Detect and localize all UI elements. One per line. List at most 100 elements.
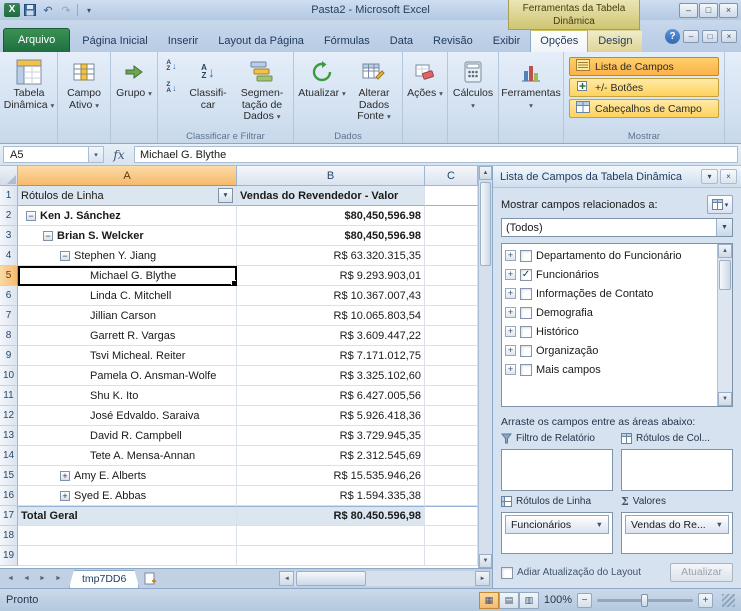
checkbox[interactable]	[520, 364, 532, 376]
cell-C10[interactable]	[425, 366, 478, 386]
cell-A3[interactable]: −Brian S. Welcker	[18, 226, 237, 246]
field-tree-item-demografia[interactable]: +Demografia	[505, 303, 717, 322]
checkbox[interactable]	[520, 250, 532, 262]
row-header-10[interactable]: 10	[0, 366, 18, 386]
vertical-scroll-thumb[interactable]	[480, 182, 491, 266]
cell-B19[interactable]	[237, 546, 425, 566]
cell-C19[interactable]	[425, 546, 478, 566]
classificar-button[interactable]: AZ↓ Classifi-car	[183, 54, 233, 129]
tab-opcoes[interactable]: Opções	[530, 29, 588, 52]
cell-B4[interactable]: R$ 63.320.315,35	[237, 246, 425, 266]
update-button[interactable]: Atualizar	[670, 563, 733, 582]
checkbox[interactable]	[520, 307, 532, 319]
expand-button[interactable]: +	[60, 471, 70, 481]
field-tree-item-mais-campos[interactable]: +Mais campos	[505, 360, 717, 379]
cell-B13[interactable]: R$ 3.729.945,35	[237, 426, 425, 446]
row-header-16[interactable]: 16	[0, 486, 18, 506]
cell-A5[interactable]: Michael G. Blythe	[18, 266, 237, 286]
cell-C6[interactable]	[425, 286, 478, 306]
columns-area-box[interactable]	[621, 449, 733, 491]
scroll-up-icon[interactable]: ▲	[718, 244, 732, 258]
scroll-down-icon[interactable]: ▼	[479, 554, 492, 568]
cell-B3[interactable]: $80,450,596.98	[237, 226, 425, 246]
tabela-dinamica-button[interactable]: Tabela Dinâmica ▾	[3, 54, 55, 129]
row-header-3[interactable]: 3	[0, 226, 18, 246]
filter-area-box[interactable]	[501, 449, 613, 491]
expand-icon[interactable]: +	[505, 326, 516, 337]
cell-A13[interactable]: David R. Campbell	[18, 426, 237, 446]
column-header-C[interactable]: C	[425, 166, 478, 186]
checkbox[interactable]	[501, 567, 513, 579]
sheet-tab-active[interactable]: tmp7DD6	[69, 570, 139, 588]
row-header-15[interactable]: 15	[0, 466, 18, 486]
column-header-A[interactable]: A	[18, 166, 237, 186]
insert-worksheet-icon[interactable]	[139, 569, 161, 588]
lista-de-campos-toggle[interactable]: Lista de Campos	[569, 57, 719, 76]
row-area-field-button[interactable]: Funcionários ▼	[505, 515, 609, 534]
row-header-11[interactable]: 11	[0, 386, 18, 406]
expand-button[interactable]: +	[60, 491, 70, 501]
cell-B5[interactable]: R$ 9.293.903,01	[237, 266, 425, 286]
values-area-box[interactable]: Vendas do Re... ▼	[621, 512, 733, 554]
tree-scroll-thumb[interactable]	[719, 260, 731, 290]
scroll-left-icon[interactable]: ◄	[279, 571, 294, 586]
row-header-7[interactable]: 7	[0, 306, 18, 326]
cell-C15[interactable]	[425, 466, 478, 486]
cell-A14[interactable]: Tete A. Mensa-Annan	[18, 446, 237, 466]
workbook-restore-button[interactable]: □	[702, 30, 718, 43]
cell-B7[interactable]: R$ 10.065.803,54	[237, 306, 425, 326]
values-area-field-button[interactable]: Vendas do Re... ▼	[625, 515, 729, 534]
name-box-dropdown-icon[interactable]: ▾	[89, 146, 104, 163]
sort-az-button[interactable]: AZ↓	[161, 56, 182, 76]
cell-C14[interactable]	[425, 446, 478, 466]
field-tree-item-funcionarios[interactable]: +✓Funcionários	[505, 265, 717, 284]
row-labels-filter-button[interactable]: ▼	[218, 188, 233, 203]
expand-icon[interactable]: +	[505, 345, 516, 356]
cell-A9[interactable]: Tsvi Micheal. Reiter	[18, 346, 237, 366]
mais-menos-botoes-toggle[interactable]: +/- Botões	[569, 78, 719, 97]
cell-C5[interactable]	[425, 266, 478, 286]
cell-A7[interactable]: Jillian Carson	[18, 306, 237, 326]
cell-A2[interactable]: −Ken J. Sánchez	[18, 206, 237, 226]
cell-A18[interactable]	[18, 526, 237, 546]
resize-grip[interactable]	[722, 594, 735, 607]
field-tree-scrollbar[interactable]: ▲ ▼	[717, 244, 732, 406]
cell-A12[interactable]: José Edvaldo. Saraiva	[18, 406, 237, 426]
row-header-8[interactable]: 8	[0, 326, 18, 346]
acoes-button[interactable]: Ações ▾	[405, 54, 445, 129]
cell-B14[interactable]: R$ 2.312.545,69	[237, 446, 425, 466]
defer-layout-update[interactable]: Adiar Atualização do Layout	[501, 567, 670, 579]
row-header-19[interactable]: 19	[0, 546, 18, 566]
ferramentas-button[interactable]: Ferramentas ▾	[501, 54, 561, 129]
field-tree-item-informacoes-de-contato[interactable]: +Informações de Contato	[505, 284, 717, 303]
cell-A4[interactable]: −Stephen Y. Jiang	[18, 246, 237, 266]
row-header-5[interactable]: 5	[0, 266, 18, 286]
last-sheet-icon[interactable]: ►	[51, 571, 66, 586]
zoom-slider[interactable]	[597, 599, 693, 602]
minimize-button[interactable]: –	[679, 3, 698, 18]
row-header-13[interactable]: 13	[0, 426, 18, 446]
row-header-6[interactable]: 6	[0, 286, 18, 306]
tab-revisao[interactable]: Revisão	[423, 30, 483, 52]
tab-data[interactable]: Data	[380, 30, 423, 52]
segmentacao-dados-button[interactable]: Segmen-tação de Dados ▾	[233, 54, 291, 129]
cell-A8[interactable]: Garrett R. Vargas	[18, 326, 237, 346]
restore-button[interactable]: □	[699, 3, 718, 18]
cabecalhos-de-campo-toggle[interactable]: Cabeçalhos de Campo	[569, 99, 719, 118]
cell-B12[interactable]: R$ 5.926.418,36	[237, 406, 425, 426]
cell-B17[interactable]: R$ 80.450.596,98	[237, 506, 425, 526]
collapse-button[interactable]: −	[43, 231, 53, 241]
cell-B8[interactable]: R$ 3.609.447,22	[237, 326, 425, 346]
save-icon[interactable]	[22, 3, 38, 18]
vertical-scroll-track[interactable]	[479, 180, 492, 554]
row-header-9[interactable]: 9	[0, 346, 18, 366]
cell-B9[interactable]: R$ 7.171.012,75	[237, 346, 425, 366]
vertical-scrollbar[interactable]: ▲ ▼	[478, 166, 492, 568]
excel-logo-icon[interactable]: X	[4, 3, 20, 17]
undo-icon[interactable]: ↶	[40, 3, 56, 18]
expand-icon[interactable]: +	[505, 250, 516, 261]
panel-options-icon[interactable]: ▾	[701, 169, 718, 184]
cell-B11[interactable]: R$ 6.427.005,56	[237, 386, 425, 406]
cell-C12[interactable]	[425, 406, 478, 426]
row-header-4[interactable]: 4	[0, 246, 18, 266]
